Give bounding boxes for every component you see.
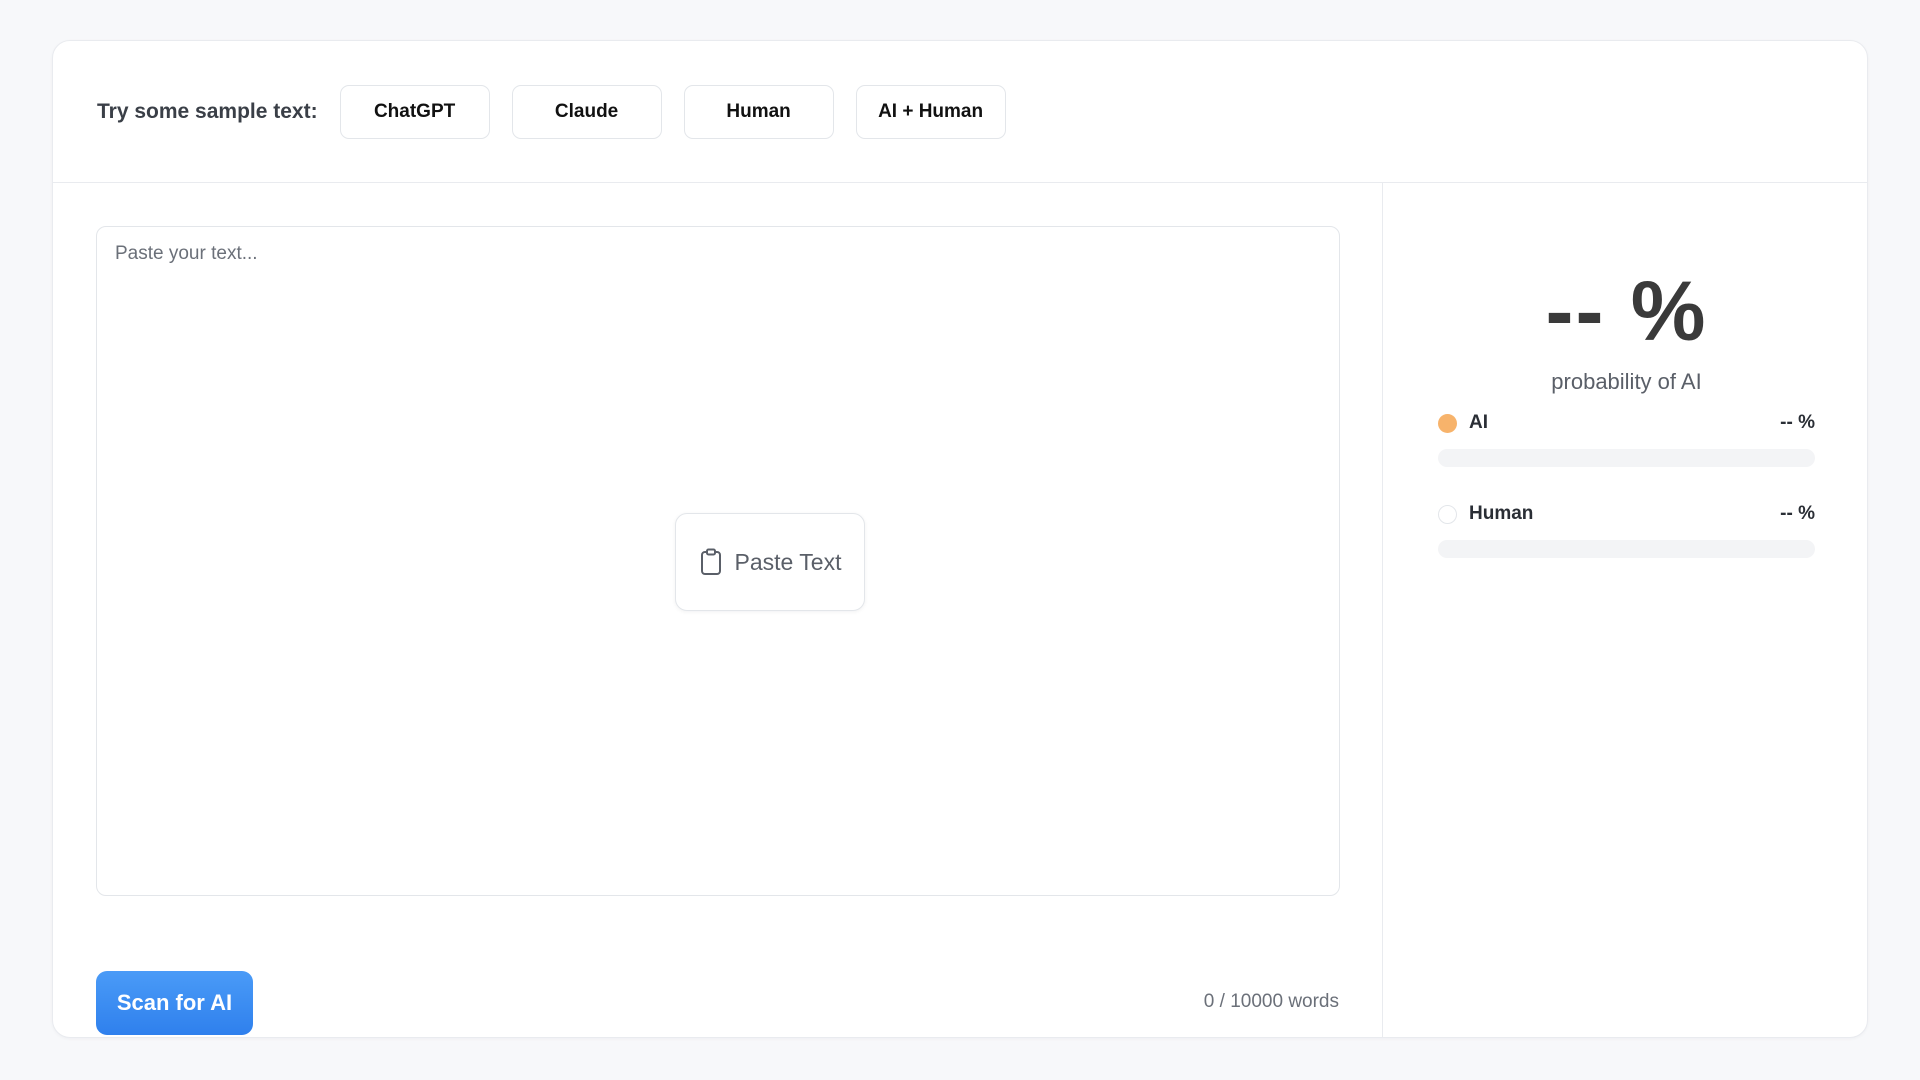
human-dot-icon [1438,504,1457,524]
text-input-placeholder: Paste your text... [115,243,258,264]
metric-ai-bar [1438,449,1815,467]
clipboard-icon [700,548,721,575]
metric-ai-label: AI [1469,412,1488,433]
metric-human-label: Human [1469,503,1534,524]
result-pane: -- % probability of AI AI -- % Human -- … [1384,183,1867,1037]
text-input-area[interactable]: Paste your text... Paste Text [96,226,1340,896]
sample-ai-human-button[interactable]: AI + Human [855,84,1006,139]
ai-probability-value: -- % [1545,264,1708,358]
ai-dot-icon [1438,413,1457,433]
detector-card: Try some sample text: ChatGPT Claude Hum… [52,40,1868,1038]
sample-text-label: Try some sample text: [97,99,318,123]
scan-for-ai-button[interactable]: Scan for AI [96,971,253,1035]
sample-text-bar: Try some sample text: ChatGPT Claude Hum… [53,41,1867,183]
paste-text-label: Paste Text [734,548,842,575]
metric-ai-value: -- % [1780,412,1815,433]
sample-human-button[interactable]: Human [683,84,834,139]
metric-human-value: -- % [1780,503,1815,524]
sample-chatgpt-button[interactable]: ChatGPT [339,84,490,139]
metric-human: Human -- % [1438,502,1815,558]
metric-ai: AI -- % [1438,411,1815,467]
ai-probability-caption: probability of AI [1551,369,1702,394]
sample-claude-button[interactable]: Claude [511,84,662,139]
word-count: 0 / 10000 words [1203,991,1339,1012]
editor-pane: Paste your text... Paste Text Scan for A… [53,183,1383,1037]
metric-human-bar [1438,540,1815,558]
paste-text-button[interactable]: Paste Text [675,513,865,611]
